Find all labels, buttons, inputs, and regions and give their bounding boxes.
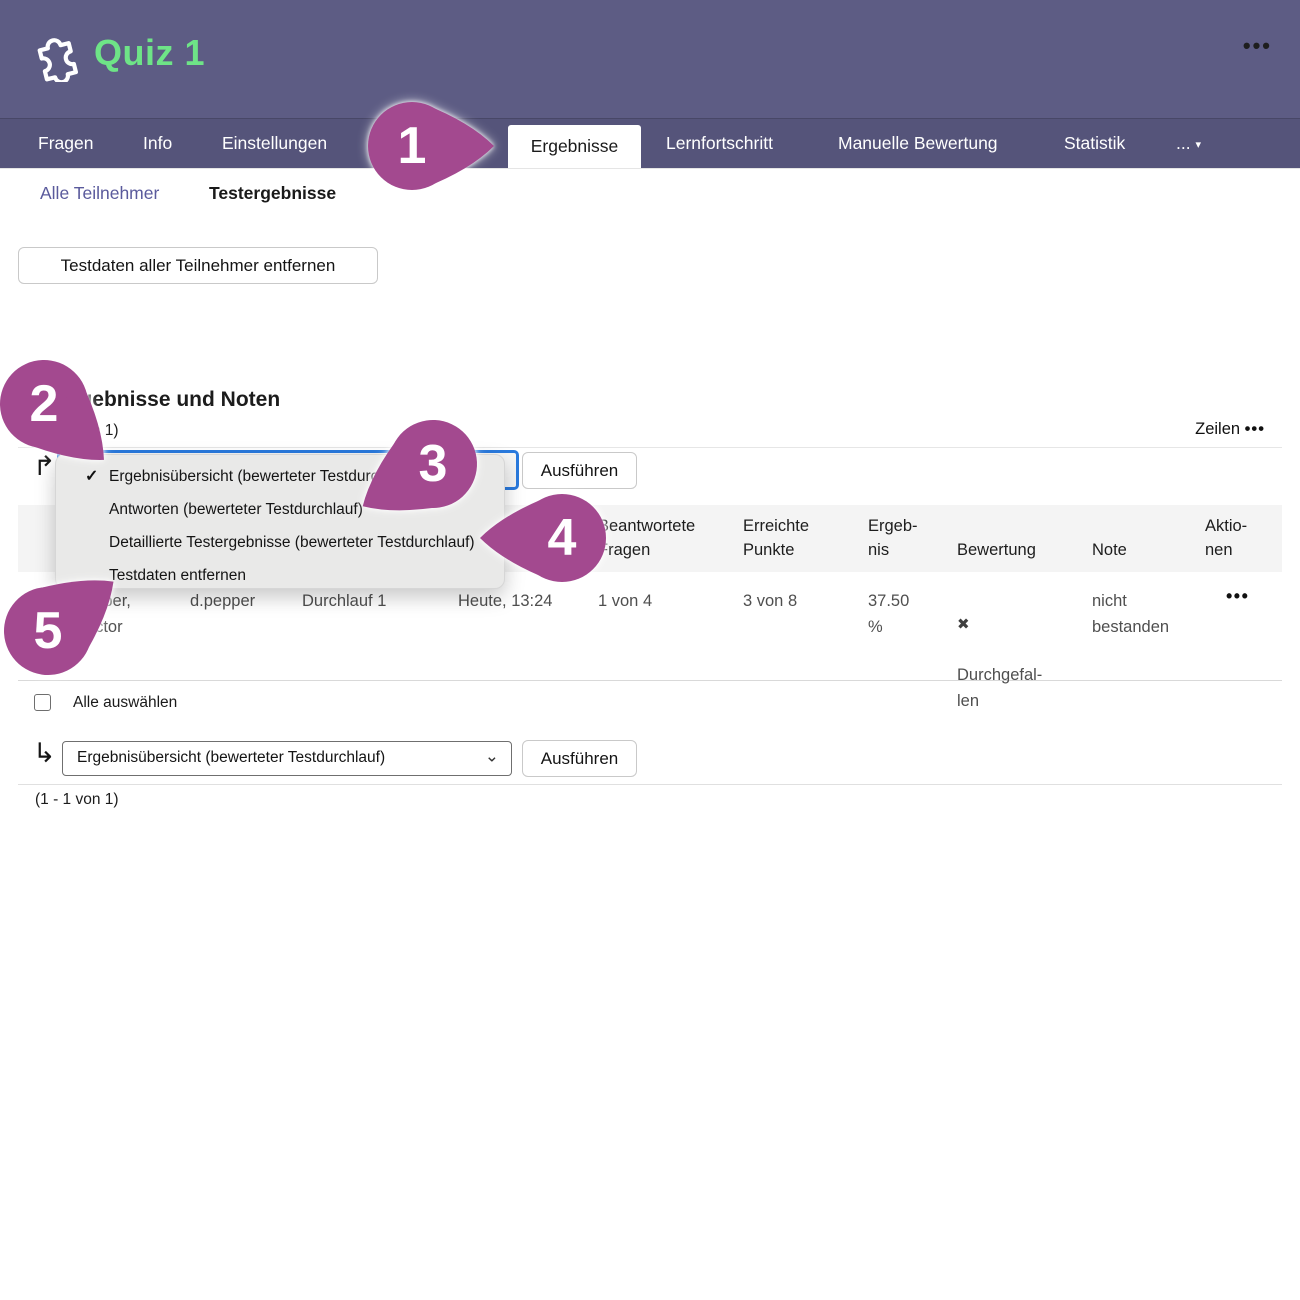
header-actions-dots-icon[interactable]: ••• bbox=[1243, 33, 1272, 59]
tab-info[interactable]: Info bbox=[143, 118, 172, 168]
chevron-down-icon: ⌄ bbox=[485, 740, 499, 772]
chevron-down-icon: ▾ bbox=[1195, 139, 1201, 151]
page-title: Quiz 1 bbox=[94, 32, 205, 74]
tab-more[interactable]: ... ▾ bbox=[1176, 118, 1201, 168]
apply-selection-down-icon: ↳ bbox=[33, 738, 56, 769]
menu-option-ergebnisuebersicht[interactable]: ✓ Ergebnisübersicht (bewerteter Testdurc… bbox=[56, 460, 504, 493]
col-ergebnis: Ergeb- nis bbox=[868, 514, 918, 564]
tab-fragen[interactable]: Fragen bbox=[38, 118, 93, 168]
rows-menu[interactable]: Zeilen ••• bbox=[1195, 420, 1265, 439]
menu-option-antworten[interactable]: Antworten (bewerteter Testdurchlauf) bbox=[56, 493, 504, 526]
subtab-alle-teilnehmer[interactable]: Alle Teilnehmer bbox=[40, 183, 159, 204]
select-all-label: Alle auswählen bbox=[73, 694, 177, 712]
col-erreichte-punkte: Erreichte Punkte bbox=[743, 514, 809, 564]
col-beantwortete-fragen: Beantwortete Fragen bbox=[598, 514, 695, 564]
menu-option-testdaten-entfernen[interactable]: Testdaten entfernen bbox=[56, 559, 504, 592]
tab-statistik[interactable]: Statistik bbox=[1064, 118, 1125, 168]
cell-points: 3 von 8 bbox=[743, 588, 797, 614]
row-actions-dots-icon[interactable]: ••• bbox=[1226, 586, 1249, 607]
bulk-action-dropdown-menu: ✓ Ergebnisübersicht (bewerteter Testdurc… bbox=[55, 454, 505, 589]
result-count-bottom: (1 - 1 von 1) bbox=[35, 791, 119, 809]
app-header: Quiz 1 ••• bbox=[0, 0, 1300, 118]
main-nav: Fragen Info Einstellungen Ergebnisse Ler… bbox=[0, 118, 1300, 168]
row-checkbox[interactable] bbox=[34, 590, 51, 607]
failed-cross-icon: ✖ bbox=[957, 614, 1042, 635]
remove-all-testdata-button[interactable]: Testdaten aller Teilnehmer entfernen bbox=[18, 247, 378, 284]
subtab-testergebnisse[interactable]: Testergebnisse bbox=[209, 183, 336, 204]
col-bewertung: Bewertung bbox=[957, 538, 1036, 563]
tab-manuelle-bewertung[interactable]: Manuelle Bewertung bbox=[838, 118, 998, 168]
menu-option-detaillierte-testergebnisse[interactable]: Detaillierte Testergebnisse (bewerteter … bbox=[56, 526, 504, 559]
section-heading: Testergebnisse und Noten bbox=[18, 388, 280, 412]
cell-bewertung: ✖ Durchgefal- len bbox=[957, 588, 1042, 715]
bulk-action-select-bottom[interactable]: Ergebnisübersicht (bewerteter Testdurchl… bbox=[62, 741, 512, 776]
execute-button-top[interactable]: Ausführen bbox=[522, 452, 637, 489]
execute-button-bottom[interactable]: Ausführen bbox=[522, 740, 637, 777]
tab-ergebnisse[interactable]: Ergebnisse bbox=[508, 125, 641, 168]
puzzle-icon bbox=[28, 26, 84, 82]
tab-einstellungen[interactable]: Einstellungen bbox=[222, 118, 327, 168]
quiz-results-page: Quiz 1 ••• Fragen Info Einstellungen Erg… bbox=[0, 0, 1300, 1300]
select-all-checkbox[interactable] bbox=[34, 694, 51, 711]
col-aktionen: Aktio- nen bbox=[1205, 514, 1247, 564]
cell-note: nicht bestanden bbox=[1092, 588, 1169, 641]
col-note: Note bbox=[1092, 538, 1127, 563]
cell-name: Pepper, Hector bbox=[74, 588, 131, 641]
result-count-top: (1 - 1 von 1) bbox=[35, 422, 119, 440]
cell-result: 37.50 % bbox=[868, 588, 909, 641]
apply-selection-up-icon: ↱ bbox=[33, 451, 56, 482]
cell-answered: 1 von 4 bbox=[598, 588, 652, 614]
rows-label: Zeilen bbox=[1195, 420, 1240, 438]
rows-dots-icon: ••• bbox=[1245, 420, 1265, 438]
check-icon: ✓ bbox=[85, 460, 98, 493]
tab-lernfortschritt[interactable]: Lernfortschritt bbox=[666, 118, 773, 168]
